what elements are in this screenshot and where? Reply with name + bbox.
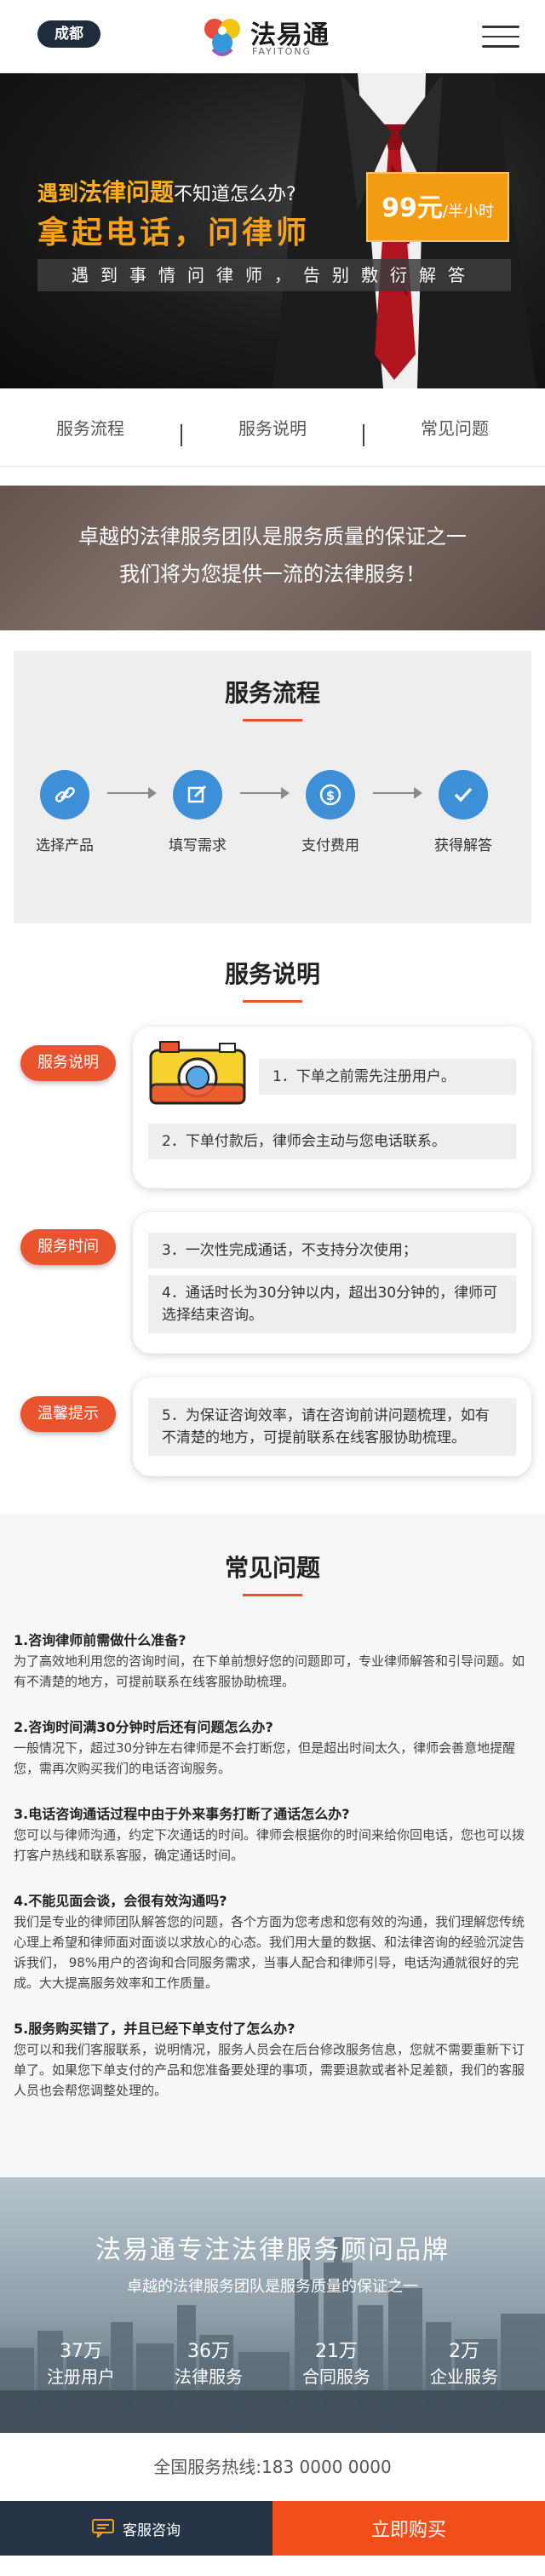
banner-line-2: 我们将为您提供一流的法律服务！ <box>119 562 426 586</box>
team-banner: 卓越的法律服务团队是服务质量的保证之一 我们将为您提供一流的法律服务！ <box>0 486 545 630</box>
faq-answer: 为了高效地利用您的咨询时间，在下单前想好您的问题即可，专业律师解答和引导问题。如… <box>14 1653 525 1689</box>
brand-stats: 37万 注册用户 36万 法律服务 21万 合同服务 2万 企业服务 <box>0 2336 545 2388</box>
check-icon <box>439 770 488 819</box>
service-row: 服务说明 1．下单之前需先注册用户。 2．下单付款后，律师会主动与您电话联系。 <box>14 1026 531 1188</box>
service-card: 1．下单之前需先注册用户。 2．下单付款后，律师会主动与您电话联系。 <box>133 1026 531 1188</box>
brand-subtitle: 卓越的法律服务团队是服务质量的保证之一 <box>127 2278 418 2296</box>
service-item: 5．为保证咨询效率，请在咨询前讲问题梳理，如有不清楚的地方，可提前联系在线客服协… <box>148 1398 516 1456</box>
service-tag: 服务时间 <box>20 1229 116 1265</box>
service-item: 1．下单之前需先注册用户。 <box>259 1059 516 1095</box>
top-header: 成都 法易通 FAYITONG <box>0 0 545 73</box>
section-title: 服务流程 <box>224 679 320 707</box>
stat-item: 37万 注册用户 <box>47 2336 115 2388</box>
section-title: 服务说明 <box>224 960 320 988</box>
bottom-action-bar: 客服咨询 立即购买 <box>0 2501 545 2556</box>
faq-question: 3.电话咨询通话过程中由于外来事务打断了通话怎么办? <box>14 1806 350 1822</box>
tab-faq[interactable]: 常见问题 <box>364 415 545 440</box>
section-title: 常见问题 <box>224 1554 320 1582</box>
link-icon <box>40 770 89 819</box>
flow-step: 填写需求 <box>146 770 249 854</box>
faq-answer: 我们是专业的律师团队解答您的问题，各个方面为您考虑和您有效的沟通，我们理解您传统… <box>14 1914 525 1991</box>
step-label: 选择产品 <box>36 837 94 854</box>
title-underline <box>243 719 302 722</box>
service-description-section: 服务说明 服务说明 1．下单之前需先注册用户。 2．下单付款后，律师会主动与您电… <box>0 944 545 1476</box>
logo-subtext: FAYITONG <box>252 46 313 57</box>
tab-service-description[interactable]: 服务说明 <box>182 415 363 440</box>
faq-item: 3.电话咨询通话过程中由于外来事务打断了通话怎么办? 您可以与律师沟通，约定下次… <box>14 1804 531 1866</box>
stat-number: 36万 <box>187 2341 230 2362</box>
step-label: 获得解答 <box>434 837 492 854</box>
city-skyline-image <box>0 2237 545 2433</box>
faq-list: 1.咨询律师前需做什么准备? 为了高效地利用您的咨询时间，在下单前想好您的问题即… <box>14 1630 531 2101</box>
section-tabs: 服务流程 服务说明 常见问题 <box>0 388 545 467</box>
stat-item: 36万 法律服务 <box>175 2336 243 2388</box>
stat-number: 2万 <box>449 2341 479 2362</box>
faq-section: 常见问题 1.咨询律师前需做什么准备? 为了高效地利用您的咨询时间，在下单前想好… <box>0 1514 545 2177</box>
stat-item: 21万 合同服务 <box>302 2336 370 2388</box>
service-item: 2．下单付款后，律师会主动与您电话联系。 <box>148 1124 516 1159</box>
stat-number: 21万 <box>315 2341 358 2362</box>
faq-question: 1.咨询律师前需做什么准备? <box>14 1632 186 1648</box>
service-row: 服务时间 3．一次性完成通话，不支持分次使用； 4．通话时长为30分钟以内，超出… <box>14 1212 531 1354</box>
banner-line-1: 卓越的法律服务团队是服务质量的保证之一 <box>78 525 467 549</box>
tab-service-flow[interactable]: 服务流程 <box>0 415 181 440</box>
step-label: 支付费用 <box>301 837 359 854</box>
customer-service-button[interactable]: 客服咨询 <box>0 2501 272 2556</box>
faq-answer: 您可以与律师沟通，约定下次通话的时间。律师会根据你的时间来给你回电话，您也可以拨… <box>14 1827 525 1863</box>
service-flow-box: 服务流程 选择产品 填写需求 $ 支付费用 获得解答 <box>14 651 531 923</box>
price-badge: 99元/半小时 <box>366 172 509 242</box>
logo[interactable]: 法易通 FAYITONG <box>198 9 368 65</box>
stat-number: 37万 <box>60 2341 102 2362</box>
flow-step: $ 支付费用 <box>279 770 382 854</box>
faq-item: 4.不能见面会谈，会很有效沟通吗? 我们是专业的律师团队解答您的问题，各个方面为… <box>14 1891 531 1993</box>
stat-label: 合同服务 <box>302 2366 370 2387</box>
hero-headline: 遇到法律问题不知道怎么办? <box>37 178 296 206</box>
faq-item: 2.咨询时间满30分钟时后还有问题怎么办? 一般情况下，超过30分钟左右律师是不… <box>14 1717 531 1779</box>
service-item: 4．通话时长为30分钟以内，超出30分钟的，律师可选择结束咨询。 <box>148 1275 516 1333</box>
buy-now-button[interactable]: 立即购买 <box>272 2501 545 2556</box>
stat-label: 法律服务 <box>175 2366 243 2387</box>
service-card: 3．一次性完成通话，不支持分次使用； 4．通话时长为30分钟以内，超出30分钟的… <box>133 1212 531 1354</box>
svg-text:$: $ <box>326 788 335 803</box>
hotline-text[interactable]: 全国服务热线:183 0000 0000 <box>0 2433 545 2501</box>
step-label: 填写需求 <box>169 837 227 854</box>
service-flow-section: 服务流程 选择产品 填写需求 $ 支付费用 获得解答 <box>0 630 545 944</box>
logo-mark-icon <box>204 19 240 56</box>
hero-slogan: 拿起电话，问律师 <box>37 216 311 250</box>
hero-banner: 遇到法律问题不知道怎么办? 拿起电话，问律师 99元/半小时 遇到事情问律师，告… <box>0 73 545 388</box>
chat-icon <box>92 2519 114 2538</box>
title-underline <box>243 1000 302 1003</box>
stat-label: 注册用户 <box>47 2366 115 2387</box>
service-card: 5．为保证咨询效率，请在咨询前讲问题梳理，如有不清楚的地方，可提前联系在线客服协… <box>133 1377 531 1476</box>
title-underline <box>243 1594 302 1596</box>
dollar-icon: $ <box>306 770 355 819</box>
stat-item: 2万 企业服务 <box>430 2336 498 2388</box>
camera-icon <box>149 1041 246 1105</box>
faq-question: 4.不能见面会谈，会很有效沟通吗? <box>14 1893 227 1909</box>
city-selector-button[interactable]: 成都 <box>37 20 100 48</box>
hero-subtitle: 遇到事情问律师，告别敷衍解答 <box>37 259 511 291</box>
faq-item: 1.咨询律师前需做什么准备? 为了高效地利用您的咨询时间，在下单前想好您的问题即… <box>14 1630 531 1692</box>
service-item: 3．一次性完成通话，不支持分次使用； <box>148 1233 516 1268</box>
customer-service-label: 客服咨询 <box>123 2521 181 2539</box>
service-tag: 温馨提示 <box>20 1396 116 1432</box>
stat-label: 企业服务 <box>430 2366 498 2387</box>
brand-section: 法易通专注法律服务顾问品牌 卓越的法律服务团队是服务质量的保证之一 37万 注册… <box>0 2177 545 2433</box>
brand-title: 法易通专注法律服务顾问品牌 <box>95 2235 450 2265</box>
menu-icon[interactable] <box>482 26 519 48</box>
flow-step: 获得解答 <box>412 770 514 854</box>
flow-steps: 选择产品 填写需求 $ 支付费用 获得解答 <box>14 770 531 872</box>
service-tag: 服务说明 <box>20 1045 116 1081</box>
faq-item: 5.服务购买错了，并且已经下单支付了怎么办? 您可以和我们客服联系，说明情况，服… <box>14 2019 531 2101</box>
faq-answer: 您可以和我们客服联系，说明情况，服务人员会在后台修改服务信息，您就不需要重新下订… <box>14 2042 525 2098</box>
flow-step: 选择产品 <box>14 770 116 854</box>
faq-question: 2.咨询时间满30分钟时后还有问题怎么办? <box>14 1719 273 1735</box>
service-row: 温馨提示 5．为保证咨询效率，请在咨询前讲问题梳理，如有不清楚的地方，可提前联系… <box>14 1377 531 1476</box>
edit-icon <box>173 770 222 819</box>
faq-question: 5.服务购买错了，并且已经下单支付了怎么办? <box>14 2021 295 2037</box>
faq-answer: 一般情况下，超过30分钟左右律师是不会打断您，但是超出时间太久，律师会善意地提醒… <box>14 1740 516 1776</box>
